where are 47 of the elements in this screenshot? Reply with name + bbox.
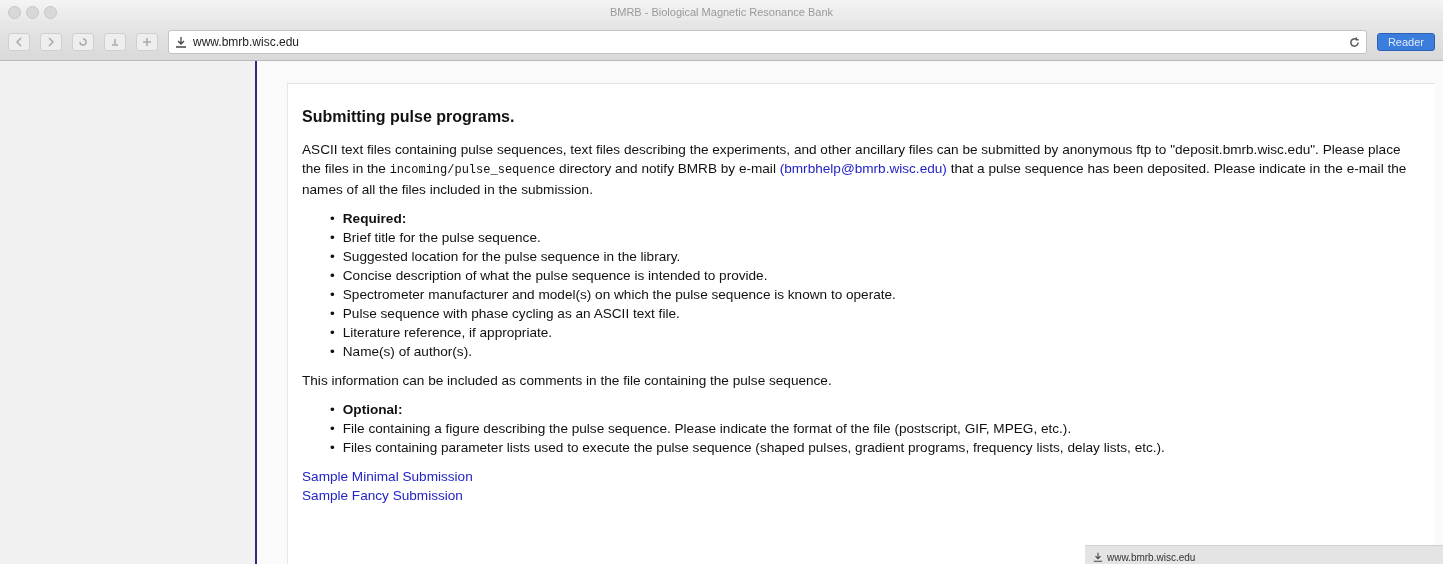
note-text: This information can be included as comments in the file containing the pulse sequence. (302, 372, 833, 390)
list-bullet: • (330, 401, 335, 419)
list-heading: Optional: (342, 401, 403, 419)
site-icon (175, 36, 187, 48)
list-item: Files containing parameter lists used to execute the pulse sequence (shaped pulses, gradient programs, frequency lists, delay lists, etc.). (342, 439, 1165, 457)
list-item: Concise description of what the pulse sequence is intended to provide. (342, 267, 768, 285)
upload-icon (110, 37, 120, 47)
forward-icon (46, 37, 56, 47)
sample-link[interactable]: Sample Minimal Submission (302, 467, 473, 486)
add-button[interactable] (136, 33, 158, 51)
email-link[interactable]: (bmrbhelp@bmrb.wisc.edu) (779, 161, 947, 176)
intro-paragraph: ASCII text files containing pulse sequences, text files describing the experiments, and other ancillary files can be submitted by anonymous ftp to "deposit.bmrb.wisc.edu". Please place the files in the incoming/pulse_sequence directory and notify BMRB by e-mail (bmrbhelp@bmrb.wisc.edu) that a pulse sequence has been deposited. Please indicate in the e-mail the names of all the files included in the submission. (302, 141, 1408, 199)
window-button[interactable] (44, 6, 57, 19)
back-button[interactable] (8, 33, 30, 51)
list-item: Literature reference, if appropriate. (342, 324, 553, 342)
list-bullet: • (330, 248, 335, 266)
list-bullet: • (330, 343, 335, 361)
list-bullet: • (330, 267, 335, 285)
forward-button[interactable] (40, 33, 62, 51)
list-item: Suggested location for the pulse sequence in the library. (342, 248, 681, 266)
list-item: File containing a figure describing the pulse sequence. Please indicate the format of the file (postscript, GIF, MPEG, etc.). (342, 420, 1072, 438)
list-bullet: • (330, 286, 335, 304)
window-title: BMRB - Biological Magnetic Resonance Bank (609, 6, 834, 18)
window-button[interactable] (8, 6, 21, 19)
list-bullet: • (330, 305, 335, 323)
list-item: Spectrometer manufacturer and model(s) on which the pulse sequence is known to operate. (342, 286, 896, 304)
list-item: Brief title for the pulse sequence. (342, 229, 541, 247)
history-button[interactable] (72, 33, 94, 51)
list-item: Pulse sequence with phase cycling as an ASCII text file. (342, 305, 680, 323)
list-bullet: • (330, 324, 335, 342)
reload-icon[interactable] (1348, 36, 1360, 48)
site-icon (1093, 552, 1103, 562)
list-item: Name(s) of author(s). (342, 343, 472, 361)
list-heading: Required: (342, 210, 407, 228)
list-bullet: • (330, 210, 335, 228)
share-button[interactable] (104, 33, 126, 51)
list-bullet: • (330, 420, 335, 438)
list-bullet: • (330, 439, 335, 457)
sample-link[interactable]: Sample Fancy Submission (302, 486, 463, 505)
address-field[interactable]: www.bmrb.wisc.edu (168, 30, 1367, 54)
back-icon (14, 37, 24, 47)
list-bullet: • (330, 229, 335, 247)
window-button[interactable] (26, 6, 39, 19)
url-text: www.bmrb.wisc.edu (193, 35, 300, 49)
plus-icon (142, 37, 152, 47)
url-text: www.bmrb.wisc.edu (1107, 551, 1196, 563)
page-heading: Submitting pulse programs. (302, 108, 516, 126)
